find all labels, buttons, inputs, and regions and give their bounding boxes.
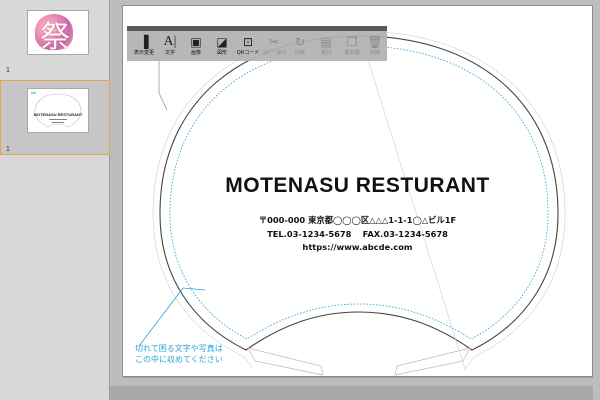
- rotate-icon: ↻: [294, 35, 306, 49]
- image-icon: ▣: [190, 35, 202, 49]
- thumb-caption: ······: [32, 48, 38, 52]
- thumb-fan-outline: [31, 92, 82, 128]
- phone-fax-text[interactable]: TEL.03-1234-5678 FAX.03-1234-5678: [122, 228, 593, 240]
- delete-label: 削除: [369, 50, 380, 56]
- add-qr-code-button[interactable]: ⊡ QRコード: [236, 33, 260, 60]
- qr-code-icon: ⊡: [242, 35, 254, 49]
- add-shape-button[interactable]: ◪ 図形: [210, 33, 234, 60]
- page-number: 1: [6, 146, 10, 153]
- copy-paste-icon: ✂: [268, 35, 280, 49]
- festival-kanji: 祭: [40, 20, 70, 55]
- address-text[interactable]: 〒000-000 東京都◯◯◯区△△△1-1-1◯△ビル1F: [122, 214, 593, 226]
- edit-toolbar: ▐ 表示変更 A| 文字 ▣ 画像 ◪ 図形 ⊡ QRコード ✂ コピー貼付 ↻…: [127, 26, 387, 61]
- page-thumbnail-back[interactable]: MOTENASU RESTURANT ▬▬▬▬▬▬▬ ▬▬▬▬▬: [27, 88, 89, 133]
- guide-note-line1: 切れて困る文字や写真は: [135, 344, 223, 353]
- guide-note-line2: この中に収めてください: [135, 355, 223, 364]
- page-number: 1: [6, 67, 10, 74]
- editor-window: 祭 ······ 1 MOTENASU RESTURANT ▬▬▬▬▬▬▬ ▬▬…: [0, 0, 600, 400]
- shape-icon: ◪: [216, 35, 228, 49]
- align-icon: ▤: [320, 35, 332, 49]
- delete-icon: 🗑: [367, 35, 383, 49]
- toolbar-drag-handle[interactable]: [127, 26, 387, 31]
- restaurant-name[interactable]: MOTENASU RESTURANT: [122, 174, 593, 198]
- align-button[interactable]: ▤ 整列: [314, 33, 338, 60]
- page-thumbnail-slot-back[interactable]: MOTENASU RESTURANT ▬▬▬▬▬▬▬ ▬▬▬▬▬ 1: [0, 80, 110, 155]
- page-thumbnail-panel: 祭 ······ 1 MOTENASU RESTURANT ▬▬▬▬▬▬▬ ▬▬…: [0, 0, 110, 400]
- page-thumbnail-front[interactable]: 祭 ······: [27, 10, 89, 55]
- add-text-button[interactable]: A| 文字: [158, 33, 182, 60]
- add-image-button[interactable]: ▣ 画像: [184, 33, 208, 60]
- thumb-line: ▬▬▬▬▬: [51, 121, 65, 124]
- status-bar: [110, 386, 600, 400]
- delete-button[interactable]: 🗑 削除: [363, 33, 387, 60]
- display-toggle-button[interactable]: ▐ 表示変更: [132, 33, 156, 60]
- thumb-title: MOTENASU RESTURANT: [33, 112, 83, 117]
- website-url-text[interactable]: https://www.abcde.com: [122, 242, 593, 252]
- text-icon: A|: [163, 34, 177, 49]
- copy-paste-button[interactable]: ✂ コピー貼付: [261, 33, 286, 60]
- display-toggle-icon: ▐: [139, 35, 149, 49]
- page-thumbnail-slot-front[interactable]: 祭 ······ 1: [0, 0, 110, 78]
- vertical-scrollbar[interactable]: [593, 0, 600, 400]
- rotate-button[interactable]: ↻ 回転: [288, 33, 312, 60]
- layer-order-icon: ❐: [346, 35, 358, 49]
